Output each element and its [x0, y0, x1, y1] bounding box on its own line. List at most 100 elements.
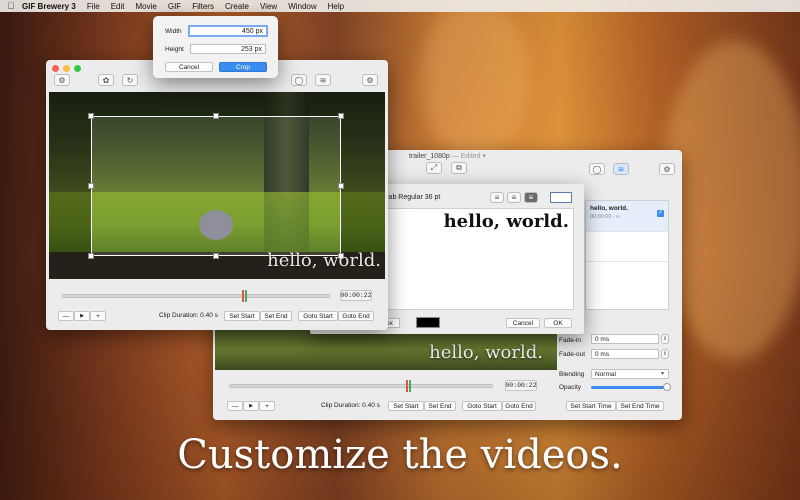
crop-handle[interactable]	[338, 183, 344, 189]
front-document-window: ⚙ ✿ ↻ ◯ ≋ ⚙ hello, world. 00:00:22 — ▶ +…	[46, 60, 388, 330]
rotate-icon[interactable]: ↻	[122, 74, 138, 86]
clip-duration-label: Clip Duration: 0.40 s	[321, 402, 380, 409]
layers-icon[interactable]: ≋	[613, 163, 629, 175]
opacity-slider[interactable]	[591, 386, 667, 389]
set-end-button[interactable]: Set End	[260, 311, 292, 321]
crop-handle[interactable]	[213, 253, 219, 259]
crop-confirm-button[interactable]: Crop	[219, 62, 267, 72]
crop-handle[interactable]	[338, 113, 344, 119]
height-field[interactable]: 253 px	[190, 44, 266, 54]
menu-movie[interactable]: Movie	[136, 2, 157, 11]
video-overlay-text: hello, world.	[429, 342, 543, 363]
set-start-button[interactable]: Set Start	[388, 401, 424, 411]
crop-selection[interactable]	[91, 116, 341, 256]
fade-out-label: Fade-out	[559, 351, 586, 358]
crop-handle[interactable]	[213, 113, 219, 119]
menu-filters[interactable]: Filters	[192, 2, 214, 11]
chevron-down-icon: ▾	[661, 371, 665, 377]
play-button[interactable]: ▶	[74, 311, 90, 321]
fade-in-stepper[interactable]: ⇕	[661, 334, 669, 344]
overlay-list-item[interactable]: hello, world. 00:00:00 - ∞ ✓	[586, 201, 668, 231]
overlay-list-row	[586, 231, 668, 261]
minimize-window-button[interactable]	[63, 65, 70, 72]
resize-icon[interactable]: ⤢	[426, 162, 442, 174]
settings-gear-icon[interactable]: ⚙	[362, 74, 378, 86]
zoom-window-button[interactable]	[74, 65, 81, 72]
fade-in-field[interactable]: 0 ms	[591, 334, 659, 344]
crop-popover: Width 450 px Height 253 px Cancel Crop	[153, 16, 278, 78]
timeline-start-marker[interactable]	[406, 380, 408, 392]
timeline-start-marker[interactable]	[242, 290, 244, 302]
align-left-icon[interactable]: ≡	[490, 192, 504, 203]
step-forward-button[interactable]: +	[259, 401, 275, 411]
play-button[interactable]: ▶	[243, 401, 259, 411]
dialog-cancel-button[interactable]: Cancel	[506, 318, 540, 328]
crop-handle[interactable]	[88, 113, 94, 119]
fade-out-field[interactable]: 0 ms	[591, 349, 659, 359]
width-field[interactable]: 450 px	[188, 25, 268, 37]
timeline-end-marker[interactable]	[409, 380, 411, 392]
menu-file[interactable]: File	[87, 2, 100, 11]
crop-handle[interactable]	[88, 183, 94, 189]
clip-duration-label: Clip Duration: 0.40 s	[159, 312, 218, 319]
layers-icon[interactable]: ≋	[315, 74, 331, 86]
menu-window[interactable]: Window	[288, 2, 316, 11]
text-preview: hello, world.	[443, 211, 569, 232]
dialog-ok-button[interactable]: OK	[544, 318, 572, 328]
background-bokeh	[420, 0, 530, 160]
crop-icon[interactable]: ⧉	[451, 162, 467, 174]
fade-out-stepper[interactable]: ⇕	[661, 349, 669, 359]
menu-bar:  GIF Brewery 3 File Edit Movie GIF Filt…	[0, 0, 800, 12]
menu-edit[interactable]: Edit	[111, 2, 125, 11]
settings-gear-icon[interactable]: ⚙	[659, 163, 675, 175]
video-overlay-text: hello, world.	[267, 250, 381, 271]
step-back-button[interactable]: —	[58, 311, 74, 321]
step-back-button[interactable]: —	[227, 401, 243, 411]
blending-label: Blending	[559, 371, 585, 378]
timecode-display: 00:00:22	[340, 290, 372, 301]
timeline-slider[interactable]	[62, 294, 330, 298]
goto-start-button[interactable]: Goto Start	[462, 401, 502, 411]
menu-create[interactable]: Create	[225, 2, 249, 11]
goto-end-button[interactable]: Goto End	[502, 401, 536, 411]
fade-in-label: Fade-in	[559, 337, 582, 344]
crop-cancel-button[interactable]: Cancel	[165, 62, 213, 72]
align-right-icon[interactable]: ≡	[524, 192, 538, 203]
timeline-end-marker[interactable]	[245, 290, 247, 302]
video-preview[interactable]: hello, world.	[49, 92, 385, 279]
set-end-button[interactable]: Set End	[424, 401, 456, 411]
menu-help[interactable]: Help	[328, 2, 344, 11]
overlay-item-time: 00:00:00 - ∞	[590, 214, 621, 220]
brain-icon[interactable]: ✿	[98, 74, 114, 86]
menu-view[interactable]: View	[260, 2, 277, 11]
settings-gear-icon[interactable]: ⚙	[54, 74, 70, 86]
overlay-list-row	[586, 261, 668, 291]
crop-handle[interactable]	[88, 253, 94, 259]
video-preview[interactable]: hello, world.	[215, 328, 557, 370]
text-color-swatch[interactable]	[416, 317, 440, 328]
set-start-time-button[interactable]: Set Start Time	[566, 401, 616, 411]
overlay-visible-checkbox[interactable]: ✓	[657, 210, 664, 217]
goto-start-button[interactable]: Goto Start	[298, 311, 338, 321]
set-start-button[interactable]: Set Start	[224, 311, 260, 321]
width-label: Width	[165, 28, 182, 35]
opacity-slider-knob[interactable]	[663, 383, 671, 391]
speech-bubble-icon[interactable]: ◯	[291, 74, 307, 86]
promo-caption: Customize the videos.	[177, 432, 623, 478]
menu-gif[interactable]: GIF	[168, 2, 181, 11]
text-outline-swatch[interactable]	[550, 192, 572, 203]
set-end-time-button[interactable]: Set End Time	[616, 401, 664, 411]
apple-menu-icon[interactable]: 	[0, 1, 22, 11]
timeline-slider[interactable]	[229, 384, 493, 388]
timecode-display: 00:00:22	[505, 380, 537, 391]
height-label: Height	[165, 46, 184, 53]
blending-select[interactable]: Normal	[591, 369, 669, 379]
menu-app-name[interactable]: GIF Brewery 3	[22, 2, 76, 11]
opacity-label: Opacity	[559, 384, 582, 391]
step-forward-button[interactable]: +	[90, 311, 106, 321]
close-window-button[interactable]	[52, 65, 59, 72]
goto-end-button[interactable]: Goto End	[338, 311, 374, 321]
speech-bubble-icon[interactable]: ◯	[589, 163, 605, 175]
align-center-icon[interactable]: ≡	[507, 192, 521, 203]
text-preview-area[interactable]: hello, world.	[384, 208, 574, 310]
